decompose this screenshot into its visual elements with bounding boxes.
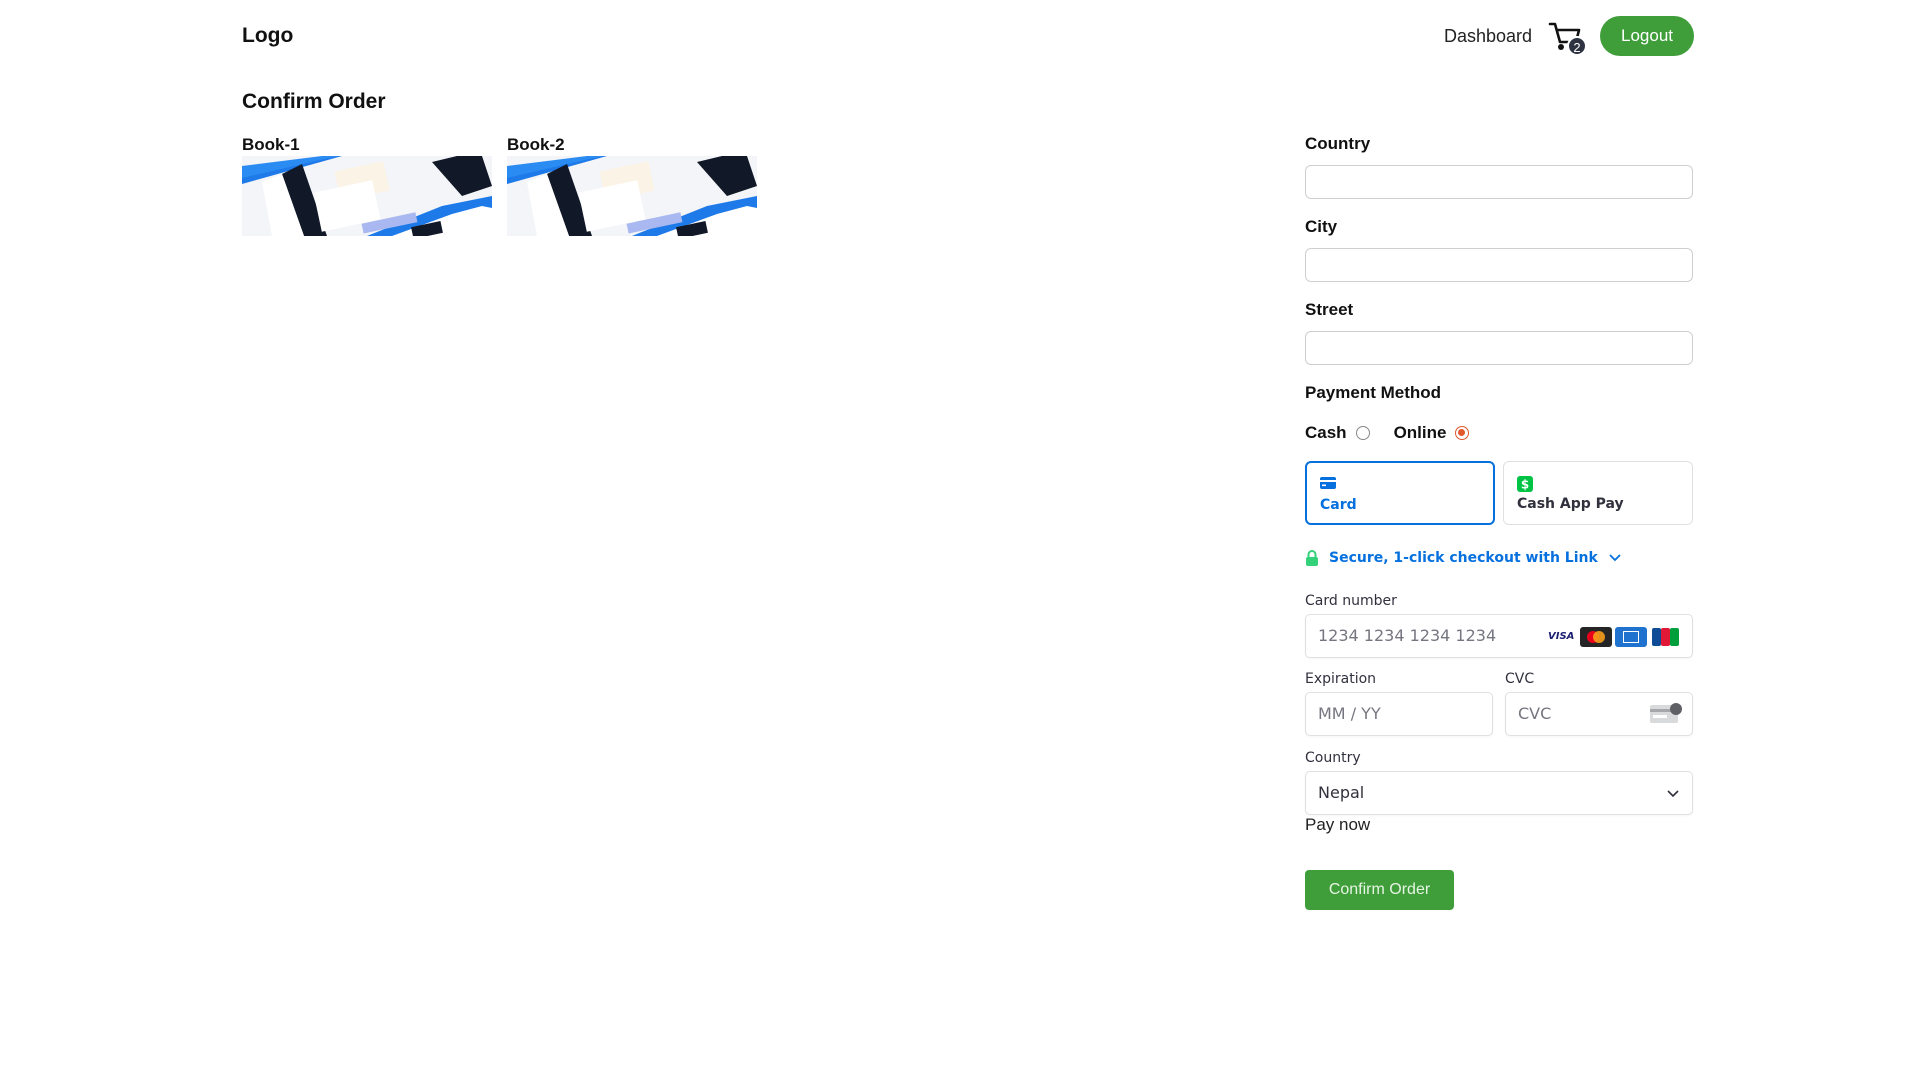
stripe-country-label: Country [1305, 750, 1361, 766]
pay-now-text: Pay now [1305, 815, 1371, 834]
svg-text:$: $ [1521, 478, 1529, 492]
cvc-card-icon [1650, 703, 1682, 723]
lock-icon [1306, 550, 1318, 566]
jcb-icon [1650, 627, 1682, 647]
cvc-placeholder: CVC [1518, 704, 1552, 723]
city-label: City [1305, 217, 1338, 236]
city-input[interactable] [1305, 248, 1693, 282]
payment-method-options: Cash Online [1305, 423, 1493, 443]
card-payment-tab[interactable]: Card [1305, 461, 1495, 525]
book-cover-image [507, 156, 757, 236]
country-label: Country [1305, 134, 1371, 153]
book-item: Book-1 [242, 134, 492, 236]
country-select[interactable]: Nepal [1305, 771, 1693, 815]
card-number-input[interactable]: 1234 1234 1234 1234 VISA [1305, 614, 1693, 658]
link-checkout-text: Secure, 1-click checkout with Link [1329, 550, 1598, 566]
logout-button[interactable]: Logout [1600, 16, 1694, 56]
chevron-down-icon [1667, 790, 1679, 798]
payment-method-label: Payment Method [1305, 383, 1442, 402]
cvc-label: CVC [1505, 671, 1535, 687]
country-input[interactable] [1305, 165, 1693, 199]
card-number-placeholder: 1234 1234 1234 1234 [1318, 626, 1497, 645]
cart-button[interactable]: 2 [1548, 20, 1588, 58]
cvc-input[interactable]: CVC [1505, 692, 1693, 736]
cash-radio[interactable] [1355, 426, 1370, 440]
cash-app-icon: $ [1517, 476, 1533, 492]
cash-app-tab-label: Cash App Pay [1517, 496, 1624, 512]
card-tab-label: Card [1320, 497, 1357, 513]
expiration-input[interactable]: MM / YY [1305, 692, 1493, 736]
cash-app-pay-tab[interactable]: $ Cash App Pay [1503, 461, 1693, 525]
cart-count-badge: 2 [1567, 36, 1587, 56]
card-brands: VISA [1545, 627, 1682, 647]
page-title: Confirm Order [242, 90, 386, 113]
book-title: Book-1 [242, 135, 300, 154]
confirm-order-button[interactable]: Confirm Order [1305, 870, 1454, 910]
card-number-label: Card number [1305, 593, 1397, 609]
online-option-label: Online [1393, 423, 1447, 442]
chevron-down-icon [1609, 554, 1621, 562]
expiration-placeholder: MM / YY [1318, 704, 1381, 723]
street-label: Street [1305, 300, 1354, 319]
visa-icon: VISA [1545, 627, 1577, 647]
nav-dashboard-link[interactable]: Dashboard [1444, 26, 1532, 47]
logo[interactable]: Logo [242, 24, 293, 48]
book-cover-image [242, 156, 492, 236]
book-item: Book-2 [507, 134, 757, 236]
expiration-label: Expiration [1305, 671, 1377, 687]
mastercard-icon [1580, 627, 1612, 647]
online-radio[interactable] [1455, 426, 1470, 440]
link-checkout-toggle[interactable]: Secure, 1-click checkout with Link [1305, 550, 1622, 566]
cash-option-label: Cash [1305, 423, 1347, 442]
country-select-value: Nepal [1318, 783, 1365, 802]
book-title: Book-2 [507, 135, 565, 154]
street-input[interactable] [1305, 331, 1693, 365]
card-icon [1320, 477, 1336, 489]
amex-icon [1615, 627, 1647, 647]
